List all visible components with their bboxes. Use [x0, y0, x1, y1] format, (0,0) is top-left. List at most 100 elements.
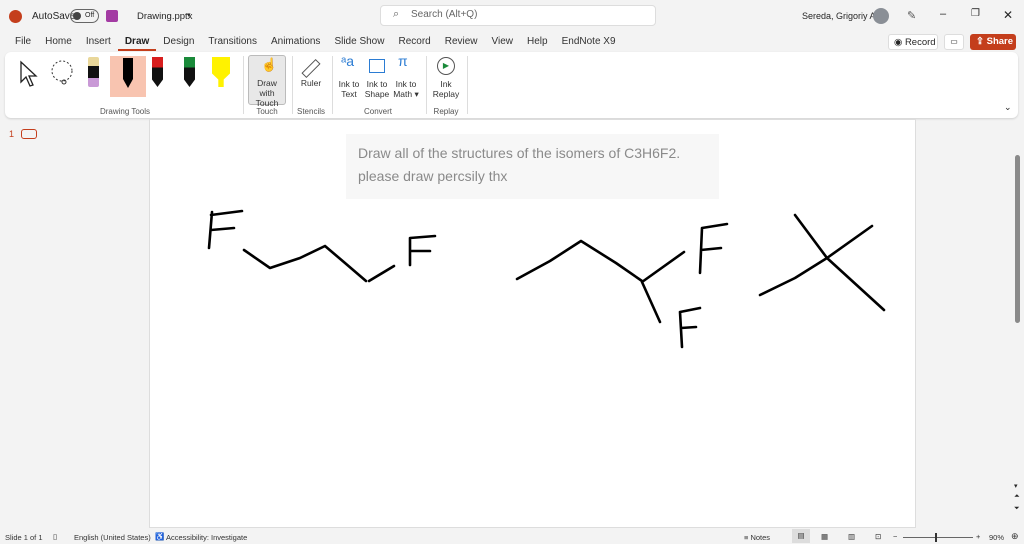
ink-to-shape-icon	[369, 59, 385, 73]
normal-view-icon[interactable]: ▤	[792, 529, 810, 543]
next-slide-icon[interactable]: ⏷	[1014, 505, 1020, 513]
group-stencils: Stencils	[296, 107, 325, 116]
search-placeholder: Search (Alt+Q)	[411, 9, 478, 20]
zoom-in-icon[interactable]: +	[976, 532, 980, 541]
language[interactable]: English (United States)	[74, 533, 151, 542]
share-button[interactable]: ⇪ Share	[970, 34, 1016, 50]
pen-icon[interactable]: ✎	[907, 9, 916, 22]
ribbon-tabs: File Home Insert Draw Design Transitions…	[8, 33, 623, 51]
tab-view[interactable]: View	[485, 33, 521, 51]
collapse-ribbon-icon[interactable]: ⌄	[1004, 102, 1012, 113]
isomer-3-ink	[758, 213, 886, 312]
ink-to-shape-button[interactable]: Ink to Shape	[363, 56, 391, 99]
accessibility-status[interactable]: Accessibility: Investigate	[166, 533, 247, 542]
tab-insert[interactable]: Insert	[79, 33, 118, 51]
record-label: Record	[904, 37, 936, 48]
zoom-out-icon[interactable]: −	[893, 532, 897, 541]
vertical-scrollbar[interactable]	[1015, 155, 1020, 323]
ink-to-math-button[interactable]: π Ink to Math ▾	[392, 53, 420, 99]
spellcheck-icon[interactable]: ▯	[53, 532, 57, 541]
save-icon[interactable]	[106, 10, 118, 22]
tab-help[interactable]: Help	[520, 33, 555, 51]
select-arrow-icon[interactable]	[18, 60, 40, 88]
status-bar: Slide 1 of 1 ▯ English (United States) ♿…	[0, 529, 1024, 544]
label-line: Draw with	[257, 78, 277, 98]
avatar[interactable]	[873, 8, 889, 24]
tab-home[interactable]: Home	[38, 33, 79, 51]
label-line: Shape	[364, 89, 390, 99]
tab-animations[interactable]: Animations	[264, 33, 327, 51]
slide-canvas[interactable]: Draw all of the structures of the isomer…	[149, 119, 916, 528]
label-line: Ink	[440, 79, 452, 89]
scroll-down-icon[interactable]: ▾	[1014, 482, 1018, 490]
autosave-toggle[interactable]: Off	[70, 9, 99, 23]
fit-to-window-icon[interactable]: ⊕	[1011, 531, 1019, 542]
toggle-state: Off	[85, 12, 95, 19]
accessibility-icon: ♿	[155, 532, 165, 541]
replay-icon: ▶	[437, 57, 455, 75]
label-line: Replay	[432, 89, 460, 99]
autosave-label: AutoSave	[32, 11, 76, 22]
zoom-level[interactable]: 90%	[989, 533, 1004, 542]
label-line: Text	[341, 89, 357, 99]
reading-view-icon[interactable]: ▥	[848, 532, 855, 541]
restore-icon[interactable]: ❐	[971, 8, 980, 19]
close-icon[interactable]: ✕	[1003, 8, 1013, 22]
comments-button[interactable]: ▭	[944, 34, 964, 50]
touch-hand-icon: ☝	[261, 57, 278, 72]
search-input[interactable]: ⌕ Search (Alt+Q)	[380, 5, 656, 26]
ribbon: Drawing Tools ☝ Draw with Touch Touch Rul…	[5, 52, 1018, 118]
ruler-icon	[301, 58, 321, 79]
title-bar: AutoSave Off Drawing.pptx ▾ ⌕ Search (Alt…	[0, 0, 1024, 32]
slideshow-icon[interactable]: ⊡	[875, 532, 881, 541]
slide-sorter-icon[interactable]: ▦	[821, 532, 828, 541]
powerpoint-logo-icon	[9, 10, 22, 23]
label-line: Ink to	[366, 79, 388, 89]
tab-endnote[interactable]: EndNote X9	[555, 33, 623, 51]
filename[interactable]: Drawing.pptx	[137, 11, 192, 22]
lasso-icon[interactable]	[48, 58, 78, 88]
notes-label: Notes	[750, 533, 771, 542]
isomer-2-ink	[515, 222, 729, 349]
filename-chevron-icon[interactable]: ▾	[187, 11, 191, 19]
label-line: Ink to	[338, 79, 360, 89]
group-drawing-tools: Drawing Tools	[99, 107, 151, 116]
pen-green[interactable]	[184, 57, 195, 87]
user-name[interactable]: Sereda, Grigoriy A	[802, 11, 876, 21]
label: Ruler	[300, 78, 322, 88]
tab-slide-show[interactable]: Slide Show	[327, 33, 391, 51]
tab-record[interactable]: Record	[391, 33, 437, 51]
tab-draw[interactable]: Draw	[117, 33, 157, 51]
thumbnail-number: 1	[9, 129, 15, 139]
ink-to-text-icon: ᵃa	[341, 53, 354, 69]
search-icon: ⌕	[393, 8, 400, 20]
label-line: Math ▾	[393, 89, 419, 99]
minimize-icon[interactable]: –	[940, 8, 946, 20]
ruler-button[interactable]: Ruler	[297, 56, 325, 88]
ink-replay-button[interactable]: ▶ Ink Replay	[430, 56, 462, 99]
group-touch: Touch	[256, 107, 278, 116]
share-label: Share	[986, 36, 1014, 47]
group-convert: Convert	[363, 107, 392, 116]
eraser-icon[interactable]	[88, 57, 99, 87]
slide-thumbnail[interactable]	[21, 129, 37, 139]
pen-black-selected[interactable]	[110, 56, 146, 97]
label-text: Math	[393, 89, 413, 99]
ink-to-text-button[interactable]: ᵃa Ink to Text	[335, 53, 363, 99]
pen-red[interactable]	[152, 57, 163, 87]
label-line: Ink to	[395, 79, 417, 89]
group-replay: Replay	[433, 107, 459, 116]
ink-to-math-icon: π	[398, 53, 408, 69]
tab-design[interactable]: Design	[156, 33, 201, 51]
ink-drawing	[207, 209, 886, 349]
highlighter-yellow[interactable]	[212, 57, 230, 87]
record-button[interactable]: ◉ Record	[888, 34, 938, 50]
tab-transitions[interactable]: Transitions	[201, 33, 264, 51]
zoom-slider[interactable]	[903, 533, 973, 542]
notes-button[interactable]: ≡ Notes	[744, 533, 770, 542]
previous-slide-icon[interactable]: ⏶	[1014, 493, 1020, 501]
tab-review[interactable]: Review	[438, 33, 485, 51]
slide-counter: Slide 1 of 1	[5, 533, 43, 542]
tab-file[interactable]: File	[8, 33, 38, 51]
draw-with-touch-button[interactable]: ☝ Draw with Touch	[248, 55, 286, 108]
